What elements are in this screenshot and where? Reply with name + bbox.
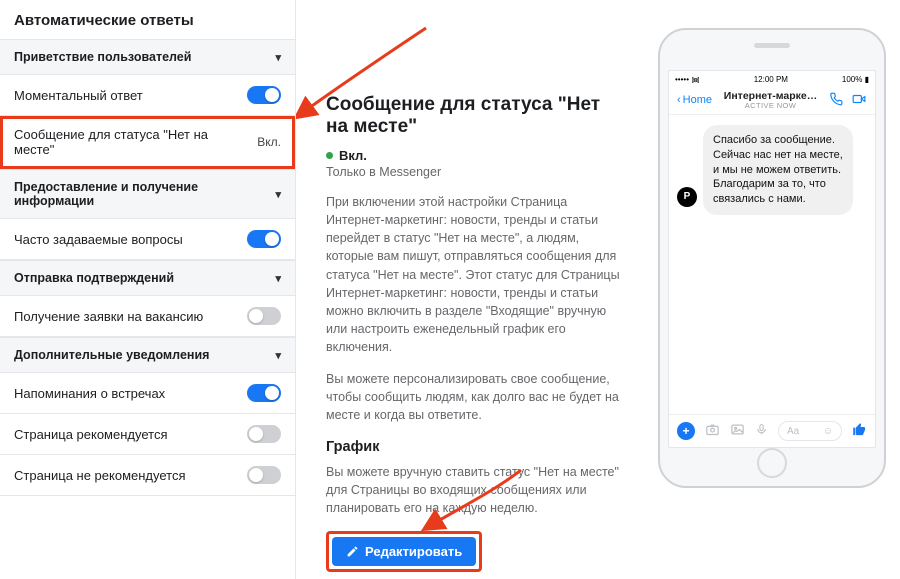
toggle-off-icon[interactable] bbox=[247, 307, 281, 325]
status-bar-time: 12:00 PM bbox=[754, 75, 788, 84]
sidebar-item-label: Страница не рекомендуется bbox=[14, 468, 247, 483]
schedule-heading: График bbox=[326, 439, 620, 455]
pencil-icon bbox=[346, 545, 359, 558]
chat-body: P Спасибо за сообщение. Сейчас нас нет н… bbox=[669, 115, 875, 414]
main-panel: Сообщение для статуса "Нет на месте" Вкл… bbox=[296, 0, 644, 579]
status-text: Вкл. bbox=[339, 148, 367, 163]
avatar: P bbox=[677, 187, 697, 207]
group-label: Отправка подтверждений bbox=[14, 271, 174, 285]
plus-icon[interactable]: + bbox=[677, 422, 695, 440]
toggle-on-icon[interactable] bbox=[247, 86, 281, 104]
chat-title: Интернет-марке… active now bbox=[724, 91, 817, 110]
group-label: Предоставление и получение информации bbox=[14, 180, 275, 208]
status-dot-icon bbox=[326, 152, 333, 159]
description-paragraph: При включении этой настройки Страница Ин… bbox=[326, 193, 620, 356]
chat-active-status: active now bbox=[724, 102, 817, 110]
chevron-down-icon: ▾ bbox=[275, 349, 281, 362]
toggle-off-icon[interactable] bbox=[247, 425, 281, 443]
sidebar-item-recommended[interactable]: Страница рекомендуется bbox=[0, 414, 295, 455]
chevron-down-icon: ▾ bbox=[275, 272, 281, 285]
back-label: Home bbox=[683, 94, 712, 106]
group-label: Приветствие пользователей bbox=[14, 50, 191, 64]
sidebar-item-label: Сообщение для статуса "Нет на месте" bbox=[14, 127, 257, 157]
sidebar-item-not-recommended[interactable]: Страница не рекомендуется bbox=[0, 455, 295, 496]
input-placeholder: Aa bbox=[787, 426, 799, 437]
description-paragraph: Вы можете персонализировать свое сообщен… bbox=[326, 370, 620, 424]
phone-call-icon[interactable] bbox=[829, 92, 843, 109]
group-header-confirm[interactable]: Отправка подтверждений ▾ bbox=[0, 260, 295, 296]
phone-speaker bbox=[754, 43, 790, 48]
group-label: Дополнительные уведомления bbox=[14, 348, 209, 362]
toggle-on-icon[interactable] bbox=[247, 230, 281, 248]
sidebar-title: Автоматические ответы bbox=[0, 0, 295, 39]
sidebar-item-vacancy[interactable]: Получение заявки на вакансию bbox=[0, 296, 295, 337]
toggle-on-icon[interactable] bbox=[247, 384, 281, 402]
phone-home-button bbox=[757, 448, 787, 478]
edit-button[interactable]: Редактировать bbox=[332, 537, 476, 566]
sidebar-item-label: Часто задаваемые вопросы bbox=[14, 232, 247, 247]
smile-icon[interactable]: ☺ bbox=[823, 426, 833, 437]
mic-icon[interactable] bbox=[755, 422, 768, 440]
image-icon[interactable] bbox=[730, 422, 745, 440]
status-bar: ••••• ᯼ 12:00 PM 100% ▮ bbox=[669, 71, 875, 87]
group-header-extra[interactable]: Дополнительные уведомления ▾ bbox=[0, 337, 295, 373]
message-input[interactable]: Aa ☺ bbox=[778, 421, 842, 441]
edit-button-label: Редактировать bbox=[365, 544, 462, 559]
signal-icon: ••••• ᯼ bbox=[675, 74, 700, 85]
toggle-off-icon[interactable] bbox=[247, 466, 281, 484]
sidebar-item-reminders[interactable]: Напоминания о встречах bbox=[0, 373, 295, 414]
sidebar-item-away-message[interactable]: Сообщение для статуса "Нет на месте" Вкл… bbox=[0, 116, 295, 169]
video-call-icon[interactable] bbox=[851, 92, 867, 109]
sidebar-item-status: Вкл. bbox=[257, 135, 281, 149]
phone-preview: ••••• ᯼ 12:00 PM 100% ▮ ‹ Home Интернет-… bbox=[644, 0, 900, 579]
sidebar-item-label: Получение заявки на вакансию bbox=[14, 309, 247, 324]
sidebar-item-faq[interactable]: Часто задаваемые вопросы bbox=[0, 219, 295, 260]
like-icon[interactable] bbox=[852, 422, 867, 440]
sidebar: Автоматические ответы Приветствие пользо… bbox=[0, 0, 296, 579]
sidebar-item-instant-reply[interactable]: Моментальный ответ bbox=[0, 75, 295, 116]
annotation-highlight: Редактировать bbox=[326, 531, 482, 572]
schedule-paragraph: Вы можете вручную ставить статус "Нет на… bbox=[326, 463, 620, 517]
sidebar-item-label: Моментальный ответ bbox=[14, 88, 247, 103]
group-header-info[interactable]: Предоставление и получение информации ▾ bbox=[0, 169, 295, 219]
page-heading: Сообщение для статуса "Нет на месте" bbox=[326, 94, 620, 138]
phone-screen: ••••• ᯼ 12:00 PM 100% ▮ ‹ Home Интернет-… bbox=[668, 70, 876, 448]
chevron-down-icon: ▾ bbox=[275, 51, 281, 64]
chat-header: ‹ Home Интернет-марке… active now bbox=[669, 87, 875, 115]
group-header-greeting[interactable]: Приветствие пользователей ▾ bbox=[0, 39, 295, 75]
chevron-down-icon: ▾ bbox=[275, 188, 281, 201]
sidebar-item-label: Напоминания о встречах bbox=[14, 386, 247, 401]
battery-icon: 100% ▮ bbox=[842, 75, 869, 84]
back-button[interactable]: ‹ Home bbox=[677, 94, 712, 106]
phone-frame: ••••• ᯼ 12:00 PM 100% ▮ ‹ Home Интернет-… bbox=[658, 28, 886, 488]
chevron-left-icon: ‹ bbox=[677, 94, 681, 106]
sidebar-item-label: Страница рекомендуется bbox=[14, 427, 247, 442]
camera-icon[interactable] bbox=[705, 422, 720, 440]
status-row: Вкл. bbox=[326, 148, 620, 163]
message-bubble: Спасибо за сообщение. Сейчас нас нет на … bbox=[703, 125, 853, 215]
chat-input-bar: + Aa ☺ bbox=[669, 414, 875, 447]
status-subtitle: Только в Messenger bbox=[326, 165, 620, 179]
